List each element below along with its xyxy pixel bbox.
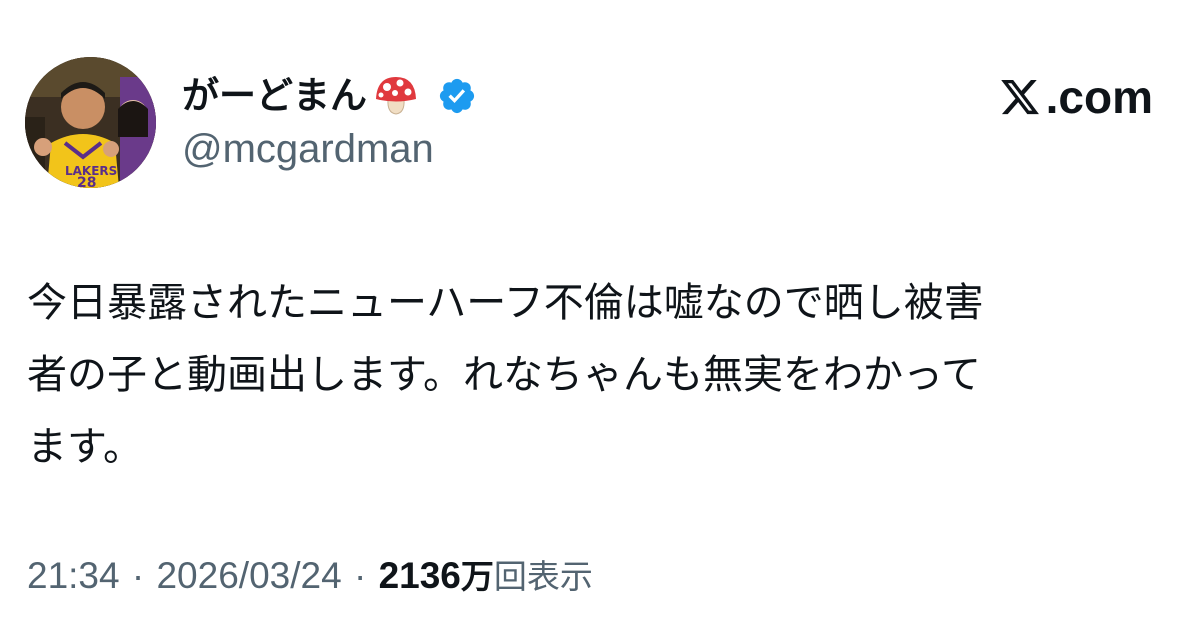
views-unit: 万 bbox=[460, 557, 494, 596]
mushroom-icon bbox=[373, 73, 419, 119]
meta-separator: · bbox=[131, 555, 145, 596]
tweet-text-line: 今日暴露されたニューハーフ不倫は嘘なので晒し被害 bbox=[27, 280, 984, 326]
tweet-text-line: 者の子と動画出します。れなちゃんも無実をわかって bbox=[27, 352, 981, 398]
tweet-text: 今日暴露されたニューハーフ不倫は嘘なので晒し被害 者の子と動画出します。れなちゃ… bbox=[27, 267, 1172, 483]
meta-separator: · bbox=[353, 555, 367, 596]
x-logo-icon bbox=[998, 76, 1042, 118]
tweet-text-line: ます。 bbox=[27, 424, 143, 470]
author-name-row: がーどまん bbox=[182, 70, 477, 122]
verified-badge-icon bbox=[437, 76, 477, 116]
site-domain-label: .com bbox=[1045, 71, 1153, 123]
views-count: 2136 bbox=[378, 555, 461, 596]
author-display-name[interactable]: がーどまん bbox=[182, 70, 367, 122]
tweet-date[interactable]: 2026/03/24 bbox=[156, 555, 341, 596]
views-label: 回表示 bbox=[493, 557, 593, 596]
tweet-meta: 21:34 · 2026/03/24 · 2136万回表示 bbox=[27, 552, 593, 601]
avatar-photo: LAKERS 28 bbox=[25, 57, 156, 188]
site-mark: .com bbox=[998, 70, 1153, 124]
tweet-time[interactable]: 21:34 bbox=[27, 555, 120, 596]
author-handle[interactable]: @mcgardman bbox=[182, 125, 434, 173]
avatar[interactable]: LAKERS 28 bbox=[25, 57, 156, 188]
svg-text:28: 28 bbox=[77, 175, 96, 188]
